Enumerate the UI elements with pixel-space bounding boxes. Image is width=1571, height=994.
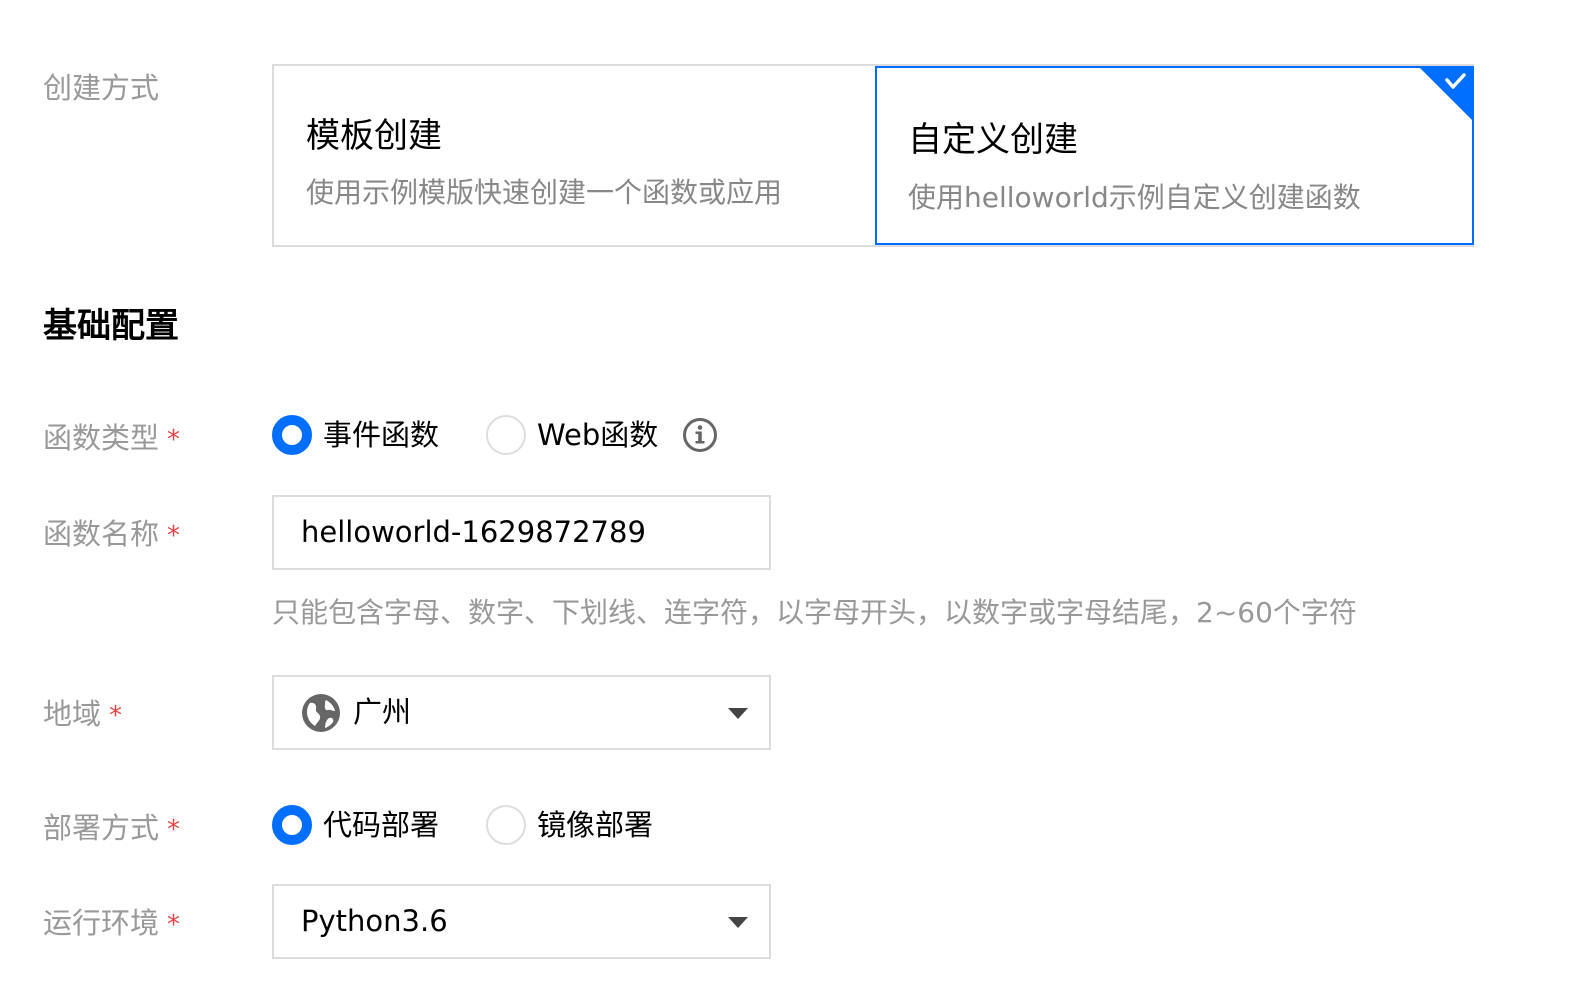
function-name-label-text: 函数名称: [43, 517, 160, 551]
radio-image-deploy-indicator[interactable]: [486, 805, 526, 845]
create-function-form: 创建方式 模板创建 使用示例模版快速创建一个函数或应用 自定义创建 使用hell…: [0, 0, 1571, 994]
creation-method-label-text: 创建方式: [43, 71, 160, 105]
function-type-label-text: 函数类型: [43, 421, 160, 455]
region-label-text: 地域: [43, 697, 102, 731]
function-name-label: 函数名称 *: [43, 514, 180, 556]
deploy-method-label: 部署方式 *: [43, 808, 180, 850]
region-label: 地域 *: [43, 694, 122, 736]
required-mark: *: [167, 815, 181, 845]
deploy-method-radio-group: 代码部署 镜像部署: [272, 804, 692, 846]
selected-check-icon: [1420, 68, 1472, 120]
creation-method-label: 创建方式: [43, 68, 159, 108]
region-select[interactable]: 广州: [272, 675, 771, 750]
custom-create-title: 自定义创建: [908, 120, 1078, 160]
template-create-card[interactable]: 模板创建 使用示例模版快速创建一个函数或应用: [274, 66, 874, 245]
radio-web-function-label: Web函数: [537, 418, 659, 452]
required-mark: *: [167, 910, 181, 940]
required-mark: *: [167, 521, 181, 551]
radio-image-deploy-label: 镜像部署: [537, 808, 654, 842]
radio-code-deploy[interactable]: 代码部署: [272, 804, 439, 846]
globe-icon: [302, 694, 340, 732]
template-create-desc: 使用示例模版快速创建一个函数或应用: [306, 176, 783, 209]
radio-image-deploy[interactable]: 镜像部署: [486, 804, 653, 846]
info-icon[interactable]: [682, 417, 718, 453]
template-create-title: 模板创建: [306, 116, 442, 156]
radio-code-deploy-label: 代码部署: [323, 808, 440, 842]
runtime-select[interactable]: Python3.6: [272, 884, 771, 959]
function-name-value: helloworld-1629872789: [301, 515, 646, 549]
function-name-input[interactable]: helloworld-1629872789: [272, 495, 771, 570]
custom-create-card[interactable]: 自定义创建 使用helloworld示例自定义创建函数: [875, 66, 1474, 245]
required-mark: *: [167, 425, 181, 455]
deploy-method-label-text: 部署方式: [43, 811, 160, 845]
function-type-label: 函数类型 *: [43, 418, 180, 460]
chevron-down-icon: [728, 917, 748, 928]
radio-code-deploy-indicator[interactable]: [272, 805, 312, 845]
required-mark: *: [109, 701, 123, 731]
radio-event-function-indicator[interactable]: [272, 415, 312, 455]
creation-method-cards: 模板创建 使用示例模版快速创建一个函数或应用 自定义创建 使用helloworl…: [272, 64, 1474, 247]
function-name-hint: 只能包含字母、数字、下划线、连字符，以字母开头，以数字或字母结尾，2~60个字符: [272, 596, 1357, 629]
function-type-radio-group: 事件函数 Web函数: [272, 414, 732, 456]
radio-event-function[interactable]: 事件函数: [272, 414, 439, 456]
runtime-value: Python3.6: [301, 904, 448, 938]
runtime-label-text: 运行环境: [43, 906, 160, 940]
region-value: 广州: [353, 695, 412, 729]
basic-config-title: 基础配置: [43, 306, 179, 346]
radio-web-function-indicator[interactable]: [486, 415, 526, 455]
radio-web-function[interactable]: Web函数: [486, 414, 658, 456]
chevron-down-icon: [728, 708, 748, 719]
runtime-label: 运行环境 *: [43, 903, 180, 945]
custom-create-desc: 使用helloworld示例自定义创建函数: [908, 181, 1361, 214]
radio-event-function-label: 事件函数: [323, 418, 440, 452]
